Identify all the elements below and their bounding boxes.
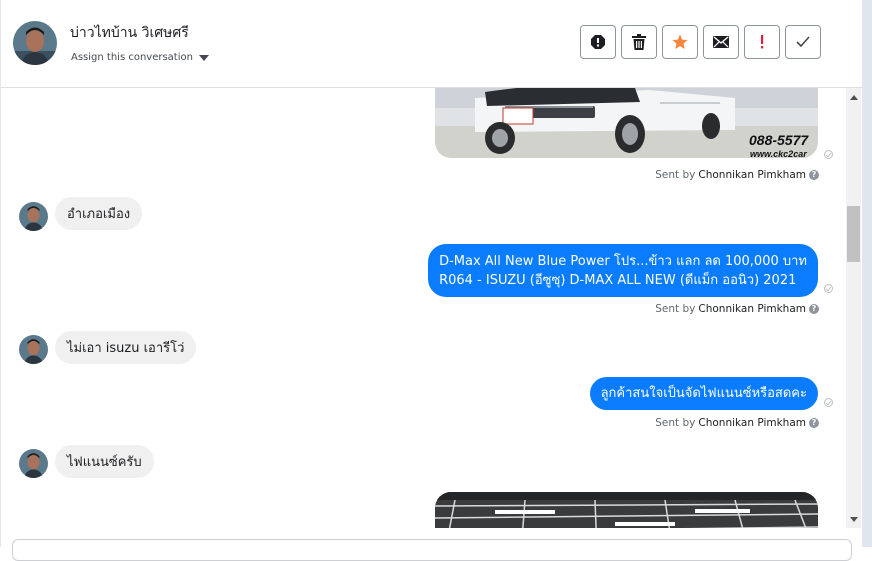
check-icon bbox=[796, 36, 810, 48]
conversation-actions bbox=[580, 25, 821, 59]
delete-button[interactable] bbox=[621, 25, 657, 59]
message-composer[interactable] bbox=[12, 539, 852, 561]
help-icon[interactable]: ? bbox=[809, 418, 819, 428]
important-icon bbox=[761, 35, 764, 49]
assign-conversation-dropdown[interactable]: Assign this conversation bbox=[71, 52, 209, 63]
sent-by-label: Sent by Chonnikan Pimkham? bbox=[655, 303, 819, 315]
assign-label: Assign this conversation bbox=[71, 52, 193, 63]
outgoing-message[interactable]: ลูกค้าสนใจเป็นจัดไฟแนนซ์หรือสดคะ bbox=[589, 377, 818, 410]
contact-avatar-small bbox=[19, 335, 48, 364]
incoming-message[interactable]: ไม่เอา isuzu เอารีโว่ bbox=[55, 331, 197, 364]
mark-important-button[interactable] bbox=[744, 25, 780, 59]
incoming-message[interactable]: ไฟแนนซ์ครับ bbox=[55, 445, 154, 478]
seen-indicator-icon bbox=[824, 398, 833, 407]
sent-by-label: Sent by Chonnikan Pimkham? bbox=[655, 417, 819, 429]
seen-indicator-icon bbox=[824, 150, 833, 159]
arrow-up-icon bbox=[849, 95, 858, 100]
star-button[interactable] bbox=[662, 25, 698, 59]
scroll-down-button[interactable] bbox=[846, 512, 861, 527]
mark-done-button[interactable] bbox=[785, 25, 821, 59]
mark-unread-button[interactable] bbox=[703, 25, 739, 59]
contact-avatar-small bbox=[19, 449, 48, 478]
trash-icon bbox=[632, 34, 646, 50]
thread-scrollbar[interactable] bbox=[846, 88, 861, 528]
conversation-header: บ่าวไทบ้าน วิเศษศรี Assign this conversa… bbox=[1, 0, 862, 88]
caret-down-icon bbox=[198, 54, 209, 61]
star-icon bbox=[672, 34, 688, 49]
help-icon[interactable]: ? bbox=[809, 170, 819, 180]
side-gutter bbox=[862, 0, 872, 547]
outgoing-message[interactable]: D-Max All New Blue Power โปร...ข้าว แลก … bbox=[428, 244, 818, 297]
help-icon[interactable]: ? bbox=[809, 304, 819, 314]
image-attachment-showroom[interactable] bbox=[435, 492, 818, 528]
sent-by-label: Sent by Chonnikan Pimkham? bbox=[655, 169, 819, 181]
contact-avatar[interactable] bbox=[13, 21, 57, 65]
mail-icon bbox=[713, 36, 729, 48]
watermark-phone: 088-5577 bbox=[749, 132, 809, 148]
arrow-down-icon bbox=[849, 517, 858, 522]
seen-indicator-icon bbox=[824, 284, 833, 293]
image-attachment-car[interactable]: 088-5577 www.ckc2car bbox=[435, 88, 818, 158]
incoming-message[interactable]: อำเภอเมือง bbox=[55, 197, 143, 230]
scrollbar-thumb[interactable] bbox=[847, 206, 860, 262]
contact-name: บ่าวไทบ้าน วิเศษศรี bbox=[70, 25, 189, 41]
watermark-site: www.ckc2car bbox=[750, 149, 807, 158]
message-thread[interactable]: 088-5577 www.ckc2car Sent by Chonnikan Pi… bbox=[1, 88, 846, 528]
spam-icon bbox=[591, 35, 605, 49]
scroll-up-button[interactable] bbox=[846, 90, 861, 105]
mark-spam-button[interactable] bbox=[580, 25, 616, 59]
contact-avatar-small bbox=[19, 202, 48, 231]
